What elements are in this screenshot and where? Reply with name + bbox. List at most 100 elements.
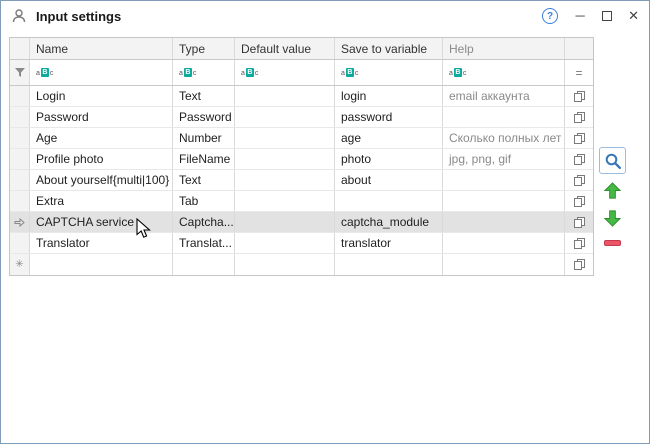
header-name[interactable]: Name [30, 38, 173, 59]
cell-default-value[interactable] [235, 233, 335, 253]
cell-name[interactable]: Extra [30, 191, 173, 211]
filter-type-cell[interactable]: aBc [173, 60, 235, 85]
copy-icon [573, 132, 586, 145]
cell-name[interactable]: About yourself{multi|100} [30, 170, 173, 190]
cell-default-value[interactable] [235, 170, 335, 190]
remove-row-button[interactable] [602, 237, 623, 249]
cell-default-value[interactable] [235, 212, 335, 232]
help-button[interactable]: ? [542, 8, 558, 24]
table-row[interactable]: Password Password password [10, 107, 593, 128]
row-gutter [10, 107, 30, 127]
table-row[interactable]: Profile photo FileName photo jpg, png, g… [10, 149, 593, 170]
filter-gutter [10, 60, 30, 85]
filter-abc-icon: aBc [179, 68, 196, 77]
cell-help[interactable]: Сколько полных лет [443, 128, 565, 148]
filter-abc-icon: aBc [341, 68, 358, 77]
table-row[interactable]: Extra Tab [10, 191, 593, 212]
cell-default-value[interactable] [235, 254, 335, 275]
cell-save-to-variable[interactable]: translator [335, 233, 443, 253]
row-gutter [10, 233, 30, 253]
filter-equals-cell[interactable]: = [565, 60, 593, 85]
filter-abc-icon: aBc [449, 68, 466, 77]
cell-name[interactable] [30, 254, 173, 275]
cell-help[interactable] [443, 107, 565, 127]
header-default-value[interactable]: Default value [235, 38, 335, 59]
window-controls: ? ─ ✕ [542, 1, 639, 31]
copy-row-button[interactable] [565, 170, 593, 190]
copy-row-button[interactable] [565, 212, 593, 232]
table-row[interactable]: Age Number age Сколько полных лет [10, 128, 593, 149]
search-button[interactable] [599, 147, 626, 174]
copy-icon [573, 216, 586, 229]
copy-row-button[interactable] [565, 107, 593, 127]
header-type[interactable]: Type [173, 38, 235, 59]
cell-default-value[interactable] [235, 128, 335, 148]
table-row-new[interactable]: ✳ [10, 254, 593, 275]
table-row[interactable]: Translator Translat... translator [10, 233, 593, 254]
cell-save-to-variable[interactable] [335, 191, 443, 211]
cell-help[interactable] [443, 191, 565, 211]
move-up-button[interactable] [602, 180, 623, 201]
cell-type[interactable]: Text [173, 170, 235, 190]
cell-name[interactable]: Profile photo [30, 149, 173, 169]
filter-variable-cell[interactable]: aBc [335, 60, 443, 85]
funnel-icon [14, 67, 26, 78]
copy-row-button[interactable] [565, 149, 593, 169]
minimize-button[interactable]: ─ [574, 1, 586, 31]
cell-type[interactable]: Translat... [173, 233, 235, 253]
cell-type[interactable]: Number [173, 128, 235, 148]
header-save-to-variable[interactable]: Save to variable [335, 38, 443, 59]
move-down-button[interactable] [602, 208, 623, 229]
row-gutter [10, 149, 30, 169]
copy-icon [573, 174, 586, 187]
cell-type[interactable]: Password [173, 107, 235, 127]
cell-help[interactable] [443, 212, 565, 232]
copy-row-button[interactable] [565, 86, 593, 106]
cell-type[interactable]: FileName [173, 149, 235, 169]
table-row[interactable]: Login Text login email аккаунта [10, 86, 593, 107]
cell-name[interactable]: Age [30, 128, 173, 148]
cell-save-to-variable[interactable]: login [335, 86, 443, 106]
cell-help[interactable]: jpg, png, gif [443, 149, 565, 169]
cell-save-to-variable[interactable]: age [335, 128, 443, 148]
cell-name[interactable]: CAPTCHA service [30, 212, 173, 232]
copy-row-button[interactable] [565, 191, 593, 211]
filter-name-cell[interactable]: aBc [30, 60, 173, 85]
cell-save-to-variable[interactable]: password [335, 107, 443, 127]
cell-type[interactable]: Text [173, 86, 235, 106]
cell-type[interactable]: Captcha... [173, 212, 235, 232]
maximize-button[interactable] [602, 11, 612, 21]
cell-help[interactable] [443, 170, 565, 190]
cell-save-to-variable[interactable] [335, 254, 443, 275]
copy-row-button[interactable] [565, 128, 593, 148]
cell-save-to-variable[interactable]: photo [335, 149, 443, 169]
person-icon [11, 8, 27, 24]
header-help[interactable]: Help [443, 38, 565, 59]
filter-abc-icon: aBc [241, 68, 258, 77]
cell-type[interactable] [173, 254, 235, 275]
cell-save-to-variable[interactable]: about [335, 170, 443, 190]
cell-save-to-variable[interactable]: captcha_module [335, 212, 443, 232]
cell-default-value[interactable] [235, 191, 335, 211]
red-minus-icon [604, 240, 621, 246]
close-button[interactable]: ✕ [628, 8, 639, 24]
cell-help[interactable] [443, 254, 565, 275]
cell-name[interactable]: Login [30, 86, 173, 106]
copy-row-button[interactable] [565, 233, 593, 253]
copy-row-button[interactable] [565, 254, 593, 275]
cell-help[interactable]: email аккаунта [443, 86, 565, 106]
maximize-icon [602, 11, 612, 21]
cell-name[interactable]: Translator [30, 233, 173, 253]
cell-type[interactable]: Tab [173, 191, 235, 211]
table-row[interactable]: About yourself{multi|100} Text about [10, 170, 593, 191]
filter-default-cell[interactable]: aBc [235, 60, 335, 85]
green-down-arrow-icon [603, 209, 622, 228]
cell-help[interactable] [443, 233, 565, 253]
row-gutter [10, 191, 30, 211]
cell-default-value[interactable] [235, 86, 335, 106]
cell-default-value[interactable] [235, 107, 335, 127]
table-row-selected[interactable]: CAPTCHA service Captcha... captcha_modul… [10, 212, 593, 233]
cell-name[interactable]: Password [30, 107, 173, 127]
cell-default-value[interactable] [235, 149, 335, 169]
filter-help-cell[interactable]: aBc [443, 60, 565, 85]
